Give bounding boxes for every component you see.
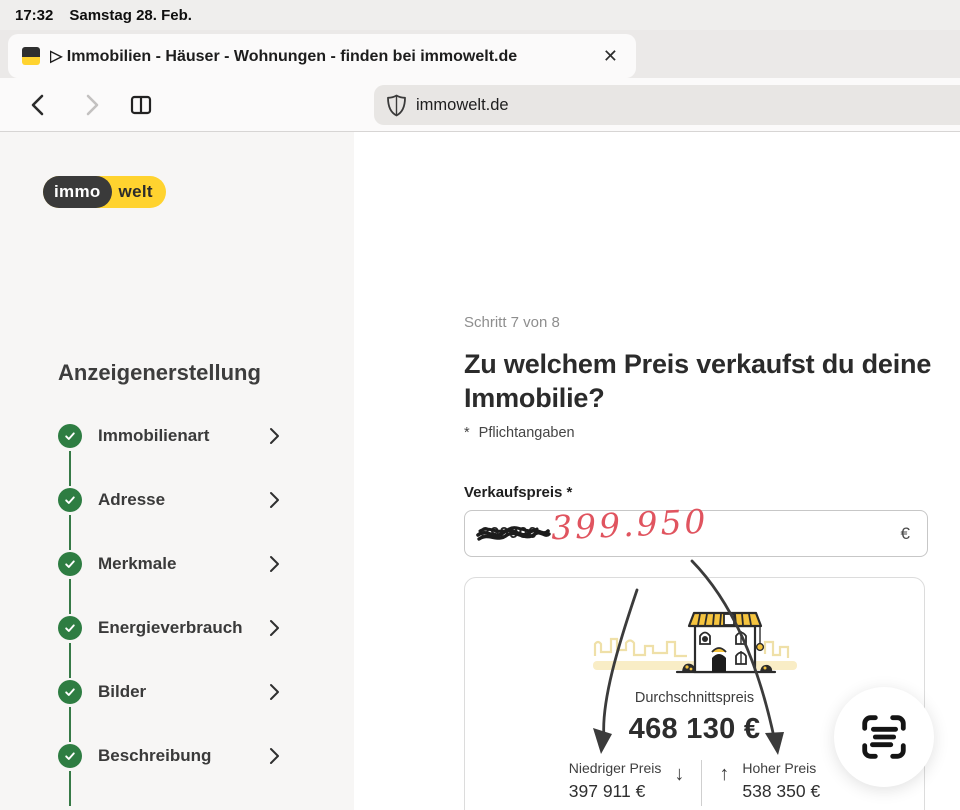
close-tab-icon[interactable]: ✕ <box>599 43 622 69</box>
address-bar[interactable]: immowelt.de <box>374 85 960 125</box>
check-circle-icon <box>58 424 82 448</box>
divider <box>701 760 702 806</box>
browser-toolbar: immowelt.de <box>0 78 960 132</box>
high-price-block: Hoher Preis 538 350 € <box>742 760 820 802</box>
page-title: Zu welchem Preis verkaufst du deine Immo… <box>464 347 946 415</box>
chevron-right-icon <box>269 491 280 509</box>
step-label: Merkmale <box>98 554 269 574</box>
check-circle-icon <box>58 552 82 576</box>
url-text: immowelt.de <box>416 96 509 115</box>
logo-immo: immo <box>43 176 112 208</box>
sidebar-title: Anzeigenerstellung <box>58 360 261 386</box>
chevron-right-icon <box>269 427 280 445</box>
scan-text-icon <box>857 710 911 764</box>
check-circle-icon <box>58 744 82 768</box>
immowelt-logo[interactable]: immo welt <box>43 176 166 208</box>
house-illustration <box>579 598 811 686</box>
check-circle-icon <box>58 680 82 704</box>
required-mark: * <box>464 425 470 441</box>
step-list: Immobilienart Adresse Merkmale <box>58 424 282 808</box>
sidebar-item-merkmale[interactable]: Merkmale <box>58 552 282 576</box>
step-label: Bilder <box>98 682 269 702</box>
bookmarks-icon[interactable] <box>128 92 154 118</box>
privacy-shield-icon[interactable] <box>386 94 407 117</box>
high-price-value: 538 350 € <box>742 781 820 802</box>
sidebar: immo welt Anzeigenerstellung Immobiliena… <box>0 132 354 810</box>
status-date: Samstag 28. Feb. <box>69 7 192 24</box>
required-text: Pflichtangaben <box>479 425 575 441</box>
live-text-scan-button[interactable] <box>834 687 934 787</box>
handwritten-price-annotation: 399.950 <box>550 502 709 548</box>
price-input-value: 399900 <box>481 525 537 543</box>
up-arrow-icon: ↑ <box>719 760 729 786</box>
sidebar-item-energieverbrauch[interactable]: Energieverbrauch <box>58 616 282 640</box>
step-label: Immobilienart <box>98 426 269 446</box>
chevron-right-icon <box>269 747 280 765</box>
chevron-right-icon <box>269 683 280 701</box>
step-label: Adresse <box>98 490 269 510</box>
currency-suffix: € <box>901 524 910 544</box>
step-indicator: Schritt 7 von 8 <box>464 314 560 331</box>
low-price-value: 397 911 € <box>569 781 662 802</box>
check-circle-icon <box>58 488 82 512</box>
down-arrow-icon: ↓ <box>674 760 684 786</box>
price-field-label: Verkaufspreis * <box>464 484 572 501</box>
required-note: * Pflichtangaben <box>464 425 575 441</box>
low-price-label: Niedriger Preis <box>569 760 662 776</box>
sidebar-item-bilder[interactable]: Bilder <box>58 680 282 704</box>
screen: 17:32 Samstag 28. Feb. ▷ Immobilien - Hä… <box>0 0 960 810</box>
immowelt-favicon-icon <box>22 47 40 65</box>
logo-welt: welt <box>112 182 153 202</box>
sidebar-item-immobilienart[interactable]: Immobilienart <box>58 424 282 448</box>
status-time: 17:32 <box>15 7 53 24</box>
step-label: Energieverbrauch <box>98 618 269 638</box>
sidebar-item-beschreibung[interactable]: Beschreibung <box>58 744 282 768</box>
price-input[interactable]: 399900 399.950 € <box>464 510 928 557</box>
chevron-right-icon <box>269 555 280 573</box>
sidebar-item-adresse[interactable]: Adresse <box>58 488 282 512</box>
tab-bar: ▷ Immobilien - Häuser - Wohnungen - find… <box>0 30 960 78</box>
back-icon[interactable] <box>26 92 52 118</box>
step-label: Beschreibung <box>98 746 269 766</box>
forward-icon[interactable] <box>78 92 104 118</box>
browser-tab[interactable]: ▷ Immobilien - Häuser - Wohnungen - find… <box>8 34 636 78</box>
status-bar: 17:32 Samstag 28. Feb. <box>0 0 960 30</box>
low-price-block: Niedriger Preis 397 911 € <box>569 760 662 802</box>
check-circle-icon <box>58 616 82 640</box>
chevron-right-icon <box>269 619 280 637</box>
tab-title: ▷ Immobilien - Häuser - Wohnungen - find… <box>50 46 589 66</box>
high-price-label: Hoher Preis <box>742 760 820 776</box>
